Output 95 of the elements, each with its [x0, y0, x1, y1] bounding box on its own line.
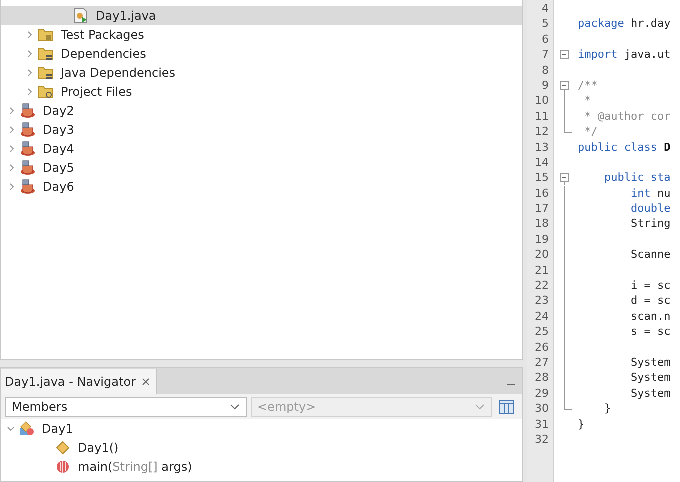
code-line: Scanne — [630, 247, 671, 263]
tree-item[interactable]: Dependencies — [61, 46, 146, 60]
method-icon — [55, 458, 71, 474]
code-line: double — [630, 201, 671, 216]
line-number: 18 — [534, 216, 550, 232]
tree-item[interactable]: Day2 — [43, 104, 74, 118]
expand-chevron-icon[interactable] — [7, 424, 15, 432]
close-icon[interactable] — [142, 378, 150, 386]
expand-chevron-icon[interactable] — [26, 68, 34, 76]
expand-chevron-icon[interactable] — [8, 144, 16, 152]
code-line: * @author cor — [584, 108, 671, 124]
line-number: 26 — [534, 340, 550, 355]
coffee-cup-icon — [20, 178, 36, 194]
line-number: 15 — [534, 170, 550, 186]
tree-item[interactable]: main(String[] args) — [78, 460, 192, 474]
tree-item[interactable]: Day5 — [43, 160, 74, 174]
fold-end-marker — [564, 124, 572, 134]
code-line: * — [584, 93, 592, 109]
diamond-icon — [55, 440, 71, 456]
line-number: 27 — [534, 354, 550, 370]
tree-item[interactable]: Java Dependencies — [61, 66, 176, 80]
line-number: 16 — [534, 186, 550, 202]
class-icon — [19, 420, 35, 436]
line-number: 12 — [534, 124, 550, 140]
code-line: scan.n — [630, 308, 671, 324]
line-number: 11 — [534, 108, 550, 124]
line-number: 25 — [534, 324, 550, 340]
line-number: 20 — [534, 247, 550, 263]
java-file-icon — [73, 8, 89, 24]
line-number: 28 — [534, 370, 550, 386]
code-line: public sta — [603, 170, 671, 186]
code-line: package hr.day — [578, 16, 671, 32]
line-number: 29 — [534, 386, 550, 402]
folder-icon — [38, 26, 54, 42]
coffee-cup-icon — [20, 160, 36, 176]
coffee-cup-icon — [20, 102, 36, 118]
dropdown-caret-icon — [230, 404, 240, 410]
dropdown-caret-icon — [475, 404, 485, 410]
coffee-cup-icon — [20, 122, 36, 138]
fold-end-marker — [564, 401, 572, 410]
panels-icon — [499, 400, 515, 414]
folder-icon — [38, 64, 54, 80]
expand-chevron-icon[interactable] — [26, 50, 34, 58]
line-number: 5 — [541, 16, 550, 32]
line-number: 17 — [534, 201, 550, 216]
line-number: 13 — [534, 140, 550, 155]
tree-item[interactable]: Day6 — [43, 180, 74, 194]
line-number: 7 — [541, 47, 550, 63]
code-line: System — [630, 354, 671, 370]
expand-chevron-icon[interactable] — [8, 164, 16, 172]
tree-item[interactable]: Day1 — [42, 422, 74, 436]
line-number: 30 — [534, 401, 550, 417]
code-line: int nu — [630, 186, 671, 202]
code-line: s = sc — [630, 324, 671, 340]
code-line: import java.ut — [578, 47, 671, 63]
line-number: 31 — [534, 416, 550, 432]
code-line: d = sc — [630, 293, 671, 309]
line-number: 21 — [534, 262, 550, 278]
folder-icon — [38, 46, 54, 62]
expand-chevron-icon[interactable] — [8, 106, 16, 114]
code-line: /** — [578, 78, 599, 94]
tree-item[interactable]: Day4 — [43, 142, 74, 156]
tree-item[interactable]: Test Packages — [61, 28, 144, 42]
expand-chevron-icon[interactable] — [8, 182, 16, 190]
tree-item[interactable]: Day1() — [78, 440, 119, 454]
code-line: System — [630, 386, 671, 402]
folder-icon — [38, 84, 54, 100]
code-line: i = sc — [630, 278, 671, 294]
collapse-icon[interactable] — [560, 170, 568, 186]
expand-chevron-icon[interactable] — [26, 30, 34, 38]
line-number: 24 — [534, 308, 550, 324]
expand-chevron-icon[interactable] — [8, 126, 16, 134]
coffee-cup-icon — [20, 140, 36, 156]
line-number: 9 — [541, 78, 550, 94]
line-number: 22 — [534, 278, 550, 294]
code-line: String — [630, 216, 671, 232]
line-number: 14 — [534, 154, 550, 170]
members-dropdown[interactable]: Members — [5, 397, 246, 417]
code-line: */ — [584, 124, 599, 140]
line-number: 19 — [534, 232, 550, 248]
line-number: 23 — [534, 293, 550, 309]
code-line: } — [578, 416, 586, 432]
tree-item[interactable]: Day3 — [43, 122, 74, 136]
line-number: 8 — [541, 62, 550, 78]
code-line: } — [603, 401, 612, 417]
line-number: 32 — [534, 432, 550, 448]
tree-row[interactable]: Day1.java — [1, 6, 522, 25]
line-number: 6 — [541, 32, 550, 48]
code-line: public class D — [578, 140, 671, 155]
expand-chevron-icon[interactable] — [26, 88, 34, 96]
tree-item[interactable]: Project Files — [61, 84, 132, 98]
line-number: 10 — [534, 93, 550, 109]
code-line: System — [630, 370, 671, 386]
navigator-tab[interactable]: Day1.java - Navigator — [1, 369, 157, 394]
line-number: 4 — [541, 1, 550, 16]
